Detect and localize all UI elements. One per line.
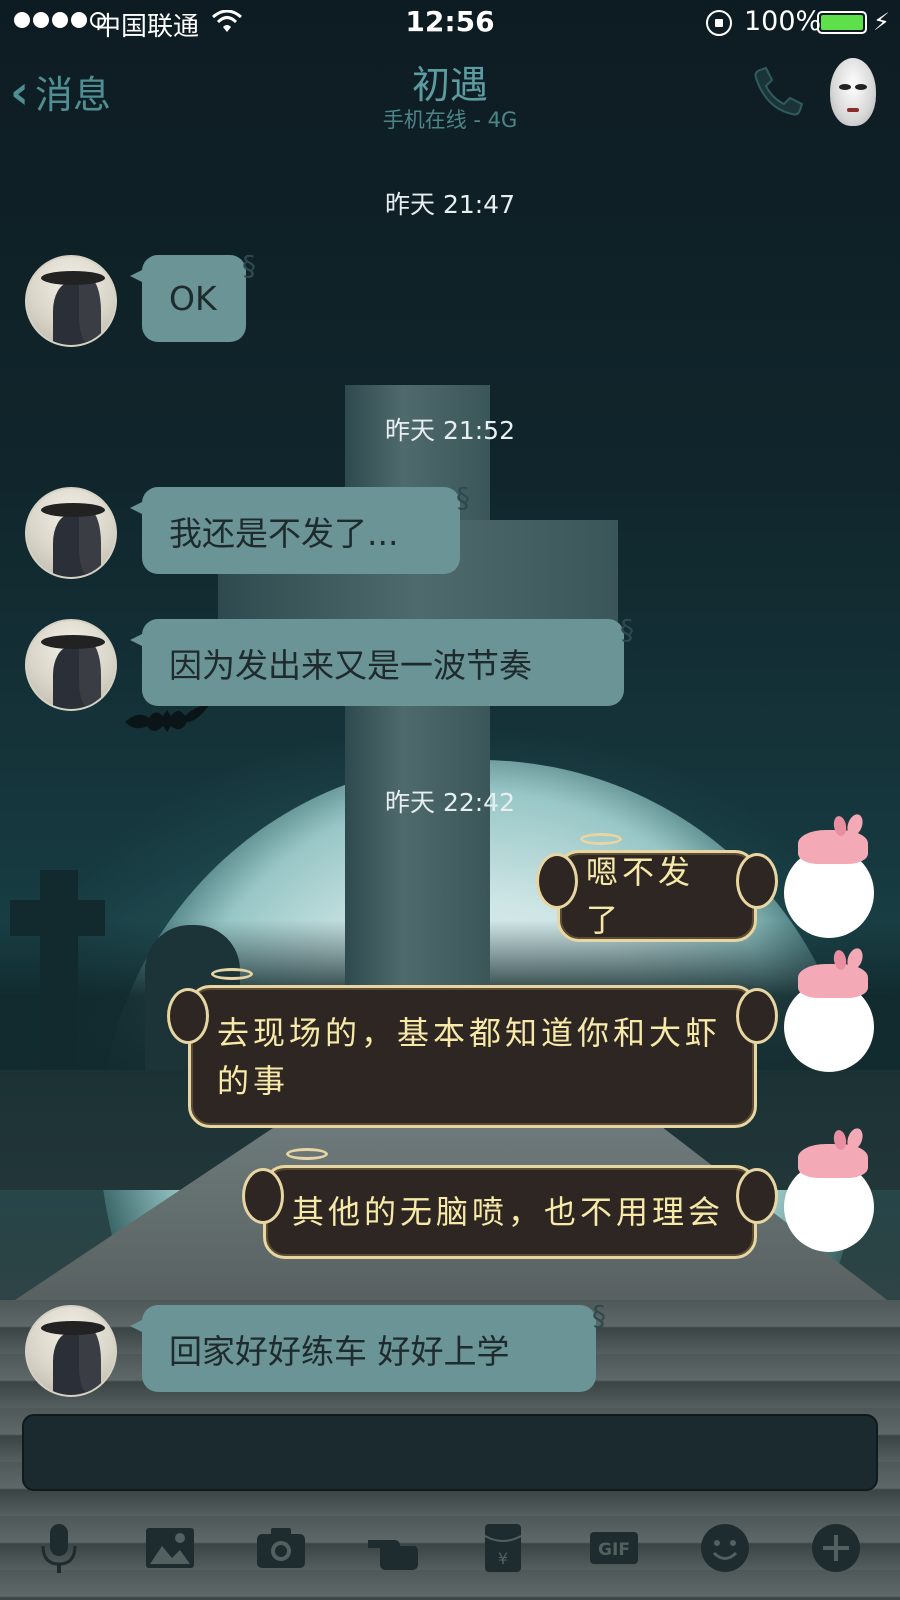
- contact-avatar[interactable]: [25, 255, 117, 347]
- emoji-icon[interactable]: [695, 1518, 755, 1578]
- message-text: OK: [169, 279, 217, 318]
- message-text: 嗯不发了: [586, 853, 695, 939]
- message-text: 去现场的，基本都知道你和大虾的事: [217, 1013, 722, 1100]
- contact-avatar[interactable]: [25, 619, 117, 711]
- gif-icon[interactable]: GIF: [584, 1518, 644, 1578]
- battery-icon: [817, 11, 867, 34]
- wing-icon: [736, 1168, 778, 1224]
- incoming-message-bubble[interactable]: 回家好好练车 好好上学 §: [130, 1299, 606, 1392]
- wing-icon: [242, 1168, 284, 1224]
- message-text: 其他的无脑喷，也不用理会: [292, 1193, 725, 1231]
- halo-icon: [286, 1148, 328, 1160]
- chat-toolbar: ¥ GIF: [0, 1510, 900, 1590]
- battery-percentage: 100%: [744, 6, 822, 37]
- charging-icon: ⚡: [873, 8, 890, 36]
- bunny-decoration-icon: [798, 1144, 868, 1178]
- gif-label: GIF: [598, 1540, 630, 1560]
- wing-icon: [536, 853, 578, 909]
- bubble-curl-icon: §: [242, 249, 256, 282]
- contact-avatar[interactable]: [25, 487, 117, 579]
- orientation-lock-icon: [706, 10, 732, 36]
- profile-mask-icon[interactable]: [830, 58, 876, 126]
- outgoing-message-bubble[interactable]: 去现场的，基本都知道你和大虾的事: [167, 968, 778, 1128]
- red-packet-symbol: ¥: [498, 1549, 508, 1568]
- halo-icon: [211, 968, 253, 980]
- message-input[interactable]: [22, 1414, 878, 1491]
- bubble-curl-icon: §: [456, 481, 470, 514]
- background-small-cross-arm: [10, 900, 105, 936]
- outgoing-message-bubble[interactable]: 其他的无脑喷，也不用理会: [242, 1148, 778, 1259]
- phone-call-icon[interactable]: [746, 64, 806, 124]
- bubble-curl-icon: §: [620, 613, 634, 646]
- message-timestamp: 昨天 21:52: [385, 416, 515, 445]
- wing-icon: [736, 853, 778, 909]
- image-icon[interactable]: [140, 1518, 200, 1578]
- message-text: 因为发出来又是一波节奏: [169, 645, 532, 685]
- camera-icon[interactable]: [251, 1518, 311, 1578]
- red-packet-icon[interactable]: ¥: [473, 1518, 533, 1578]
- outgoing-message-bubble[interactable]: 嗯不发了: [536, 833, 778, 942]
- incoming-message-bubble[interactable]: OK §: [130, 249, 256, 342]
- incoming-message-bubble[interactable]: 因为发出来又是一波节奏 §: [130, 613, 634, 706]
- bubble-curl-icon: §: [592, 1299, 606, 1332]
- message-timestamp: 昨天 21:47: [385, 190, 515, 219]
- halo-icon: [580, 833, 622, 845]
- wing-icon: [736, 988, 778, 1044]
- incoming-message-bubble[interactable]: 我还是不发了... §: [130, 481, 470, 574]
- message-text: 回家好好练车 好好上学: [169, 1331, 510, 1371]
- bat-icon: [125, 704, 210, 732]
- plus-icon[interactable]: [806, 1518, 866, 1578]
- status-bar: 中国联通 12:56 100% ⚡: [0, 0, 900, 44]
- bunny-decoration-icon: [798, 964, 868, 998]
- message-timestamp: 昨天 22:42: [385, 788, 515, 817]
- bunny-decoration-icon: [798, 830, 868, 864]
- message-text: 我还是不发了...: [169, 513, 399, 553]
- hand-point-icon[interactable]: [362, 1518, 422, 1578]
- wing-icon: [167, 988, 209, 1044]
- chat-header: ‹ 消息 初遇 手机在线 - 4G: [0, 50, 900, 135]
- microphone-icon[interactable]: [29, 1518, 89, 1578]
- contact-avatar[interactable]: [25, 1305, 117, 1397]
